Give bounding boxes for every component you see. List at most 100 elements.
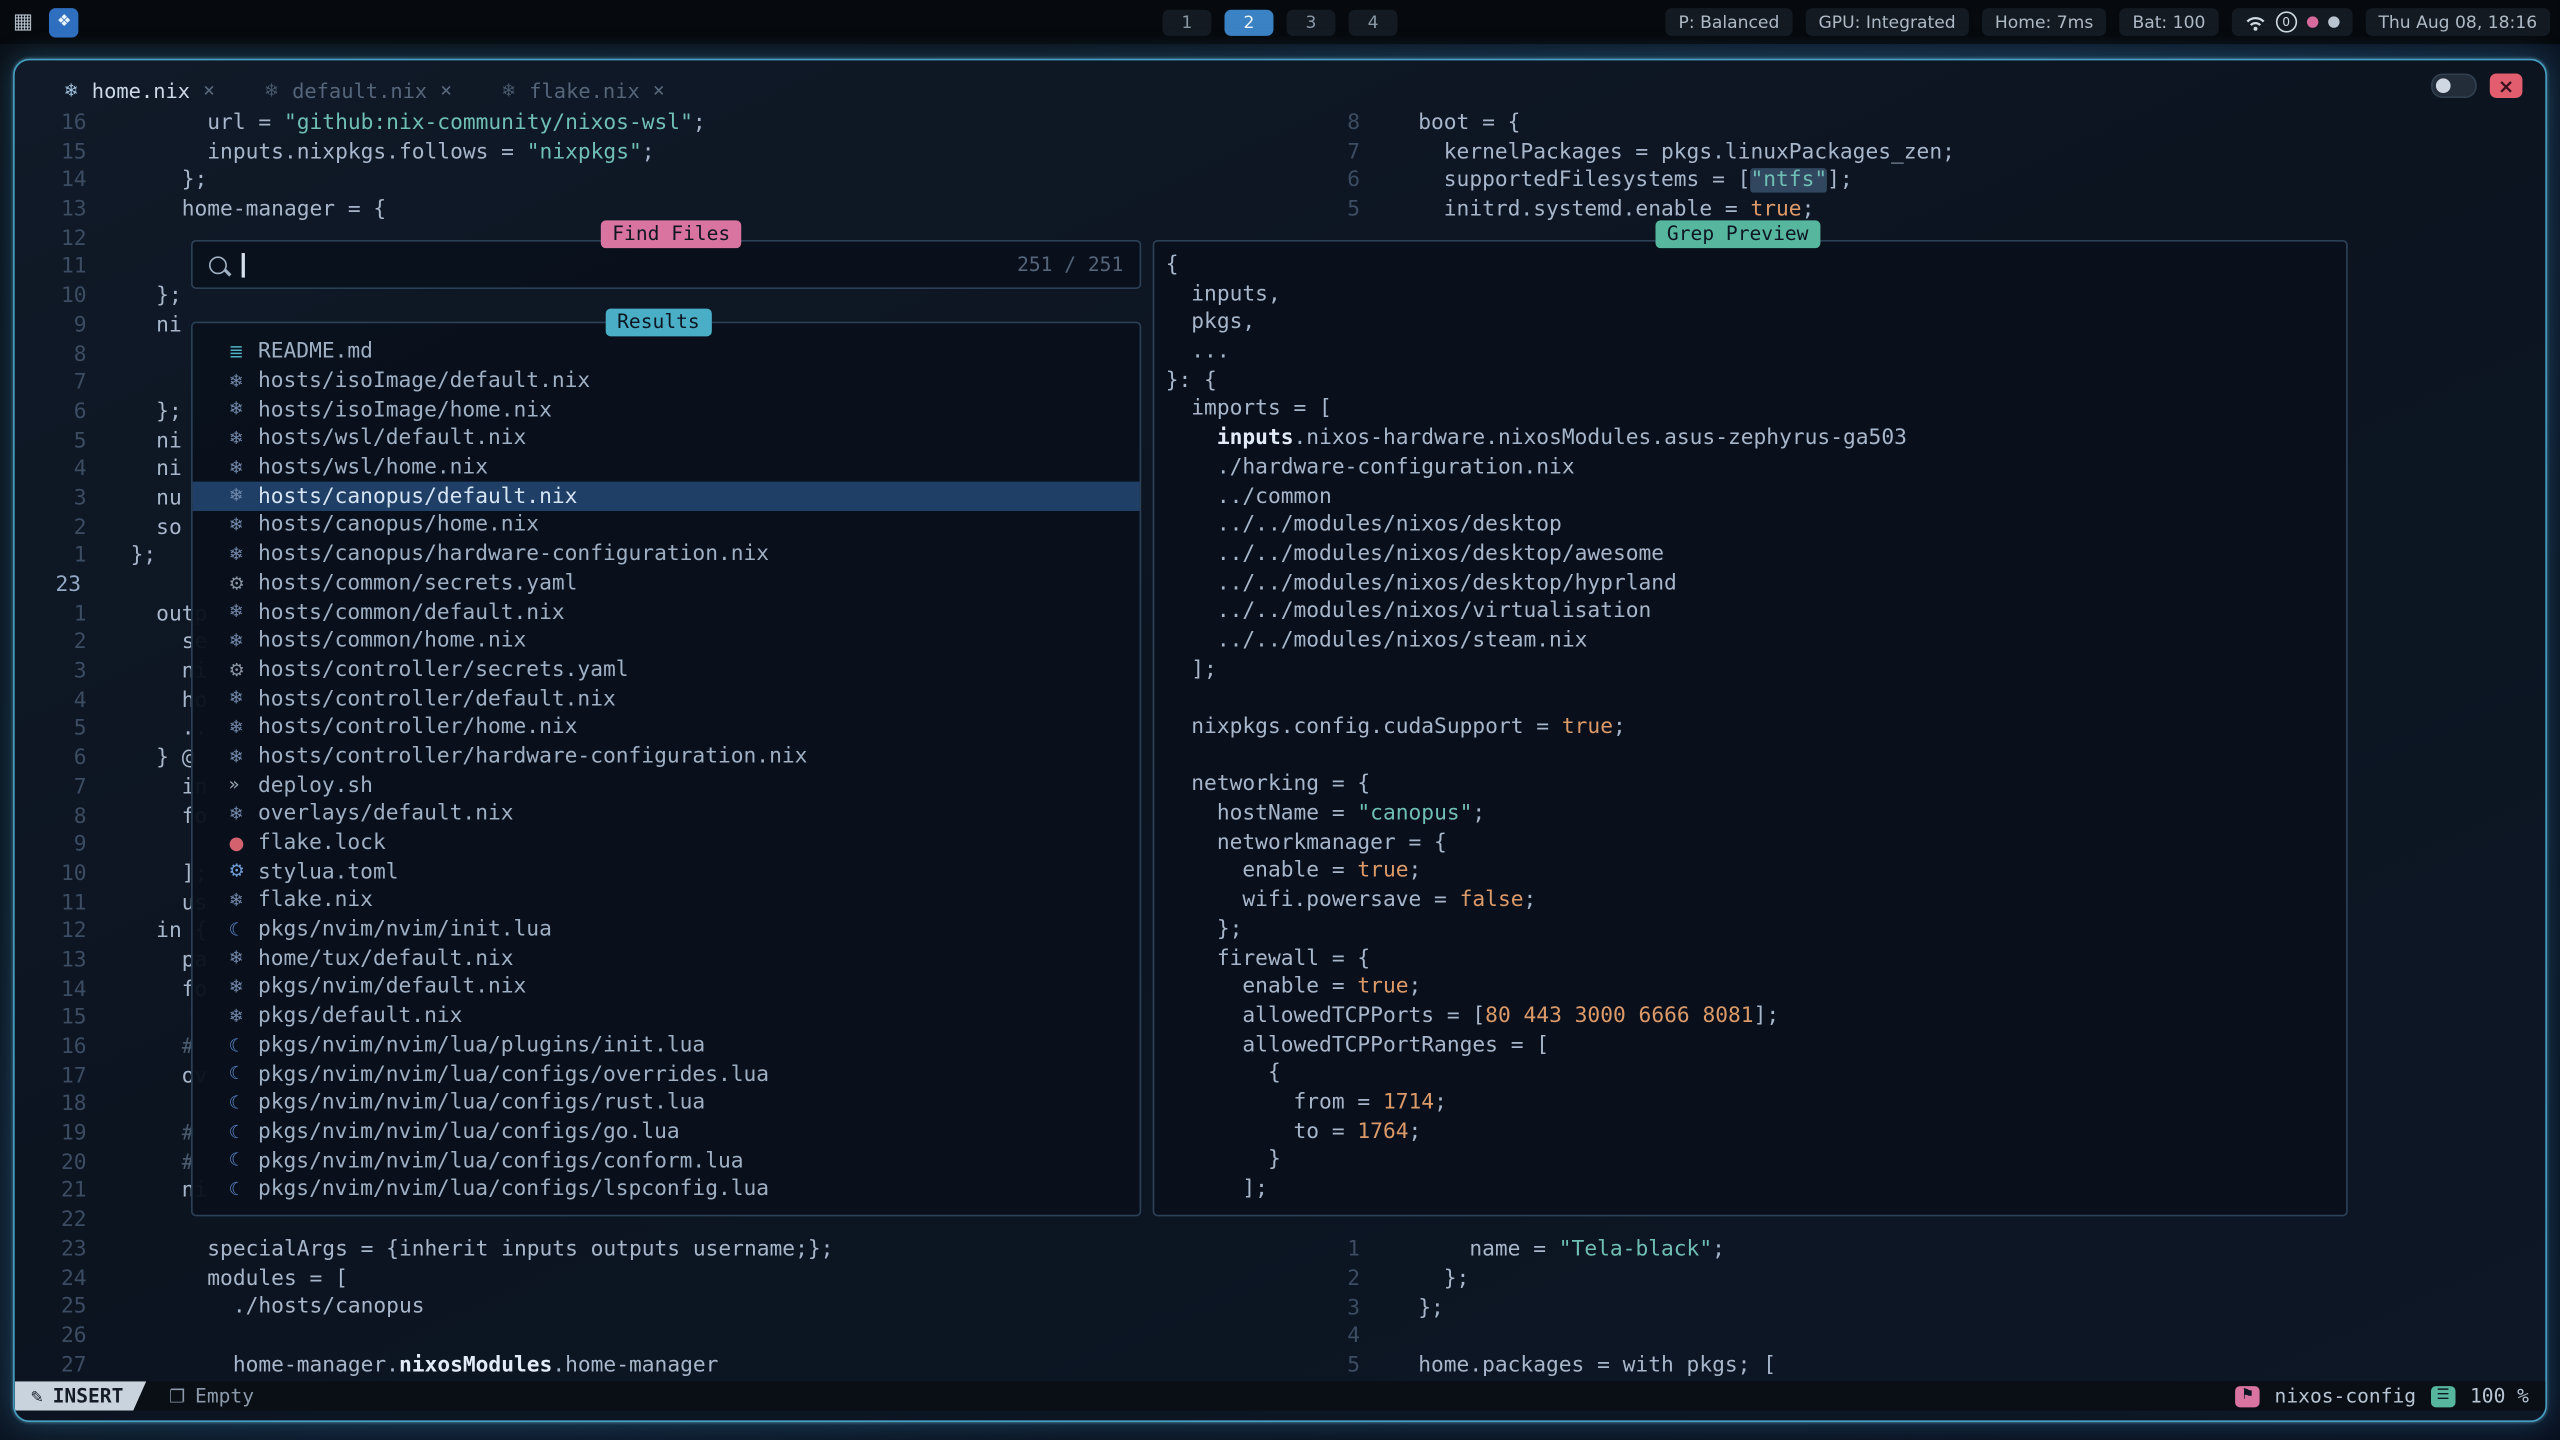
result-item[interactable]: hosts/canopus/default.nix [193,482,1140,511]
nix-file-icon [229,598,258,627]
line-number: 4 [15,456,87,485]
code-text [87,831,131,860]
line-number: 23 [15,1236,87,1265]
workspace-3[interactable]: 3 [1287,9,1336,35]
result-item[interactable]: deploy.sh [193,771,1140,800]
line-number: 6 [15,398,87,427]
tab-default-nix[interactable]: default.nix [264,78,452,102]
preview-line: to = 1764; [1166,1118,1907,1147]
code-line: 2 }; [1301,1265,2525,1294]
line-number: 23 [15,571,87,600]
result-item[interactable]: hosts/isoImage/default.nix [193,367,1140,396]
app-launcher-icon[interactable] [13,10,33,34]
lua-file-icon [229,1147,258,1176]
results-list[interactable]: README.mdhosts/isoImage/default.nixhosts… [193,338,1140,1204]
preview-line: allowedTCPPorts = [80 443 3000 6666 8081… [1166,1002,1907,1031]
tab-label: home.nix [92,78,190,102]
workspace-1[interactable]: 1 [1162,9,1211,35]
result-item[interactable]: hosts/controller/default.nix [193,684,1140,713]
preview-line: wifi.powersave = false; [1166,887,1907,916]
line-number: 9 [15,831,87,860]
preview-line: enable = true; [1166,973,1907,1002]
result-item[interactable]: hosts/wsl/home.nix [193,453,1140,482]
code-text: in { [87,918,208,947]
preview-line: imports = [ [1166,396,1907,425]
code-text: }; [1360,1294,1444,1323]
result-item[interactable]: hosts/common/default.nix [193,598,1140,627]
result-path: hosts/canopus/home.nix [258,513,539,537]
result-item[interactable]: hosts/canopus/hardware-configuration.nix [193,540,1140,569]
window-pin-toggle[interactable] [2431,73,2477,97]
line-number: 4 [1301,1323,1360,1352]
gpu-chip: GPU: Integrated [1805,8,1968,36]
code-text [87,340,131,369]
result-item[interactable]: pkgs/nvim/nvim/lua/configs/go.lua [193,1118,1140,1147]
result-item[interactable]: README.md [193,338,1140,367]
tab-home-nix[interactable]: home.nix [64,78,215,102]
scroll-percent: 100 % [2470,1384,2529,1407]
line-number: 5 [15,716,87,745]
system-tray[interactable]: 0 [2232,8,2353,36]
result-item[interactable]: hosts/common/home.nix [193,627,1140,656]
result-item[interactable]: pkgs/nvim/nvim/lua/configs/conform.lua [193,1147,1140,1176]
result-item[interactable]: pkgs/nvim/nvim/lua/configs/overrides.lua [193,1060,1140,1089]
lua-file-icon [229,1089,258,1118]
line-number: 8 [15,340,87,369]
preview-line: }; [1166,916,1907,945]
preview-line: ../../modules/nixos/desktop [1166,511,1907,540]
line-number: 1 [15,600,87,629]
code-text [87,1207,131,1236]
preview-line [1166,742,1907,771]
close-tab-icon[interactable] [653,78,665,101]
close-tab-icon[interactable] [203,78,215,101]
tab-flake-nix[interactable]: flake.nix [501,78,665,102]
code-text: us [87,889,208,918]
result-item[interactable]: pkgs/nvim/nvim/init.lua [193,916,1140,945]
right-bottom-editor-pane[interactable]: 1 name = "Tela-black";2 };3 };45 home.pa… [1301,1236,2525,1380]
result-item[interactable]: home/tux/default.nix [193,944,1140,973]
result-item[interactable]: overlays/default.nix [193,800,1140,829]
window-close-button[interactable] [2490,73,2523,97]
result-path: hosts/canopus/default.nix [258,485,577,509]
result-item[interactable]: hosts/common/secrets.yaml [193,569,1140,598]
line-number: 7 [15,774,87,803]
result-item[interactable]: flake.lock [193,829,1140,858]
code-line: 14 }; [15,167,1272,196]
workspace-2-active[interactable]: 2 [1224,9,1273,35]
result-item[interactable]: pkgs/nvim/nvim/lua/configs/lspconfig.lua [193,1175,1140,1204]
result-item[interactable]: hosts/controller/secrets.yaml [193,656,1140,685]
result-item[interactable]: flake.nix [193,887,1140,916]
result-item[interactable]: hosts/canopus/home.nix [193,511,1140,540]
line-number: 1 [1301,1236,1360,1265]
result-item[interactable]: hosts/controller/home.nix [193,713,1140,742]
result-item[interactable]: hosts/wsl/default.nix [193,425,1140,454]
nix-file-icon [229,713,258,742]
code-text: name = "Tela-black"; [1360,1236,1725,1265]
clock: Thu Aug 08, 18:16 [2365,8,2550,36]
line-number: 20 [15,1149,87,1178]
result-item[interactable]: pkgs/nvim/default.nix [193,973,1140,1002]
code-text: inputs.nixpkgs.follows = "nixpkgs"; [87,138,655,167]
result-item[interactable]: pkgs/default.nix [193,1002,1140,1031]
result-item[interactable]: pkgs/nvim/nvim/lua/configs/rust.lua [193,1089,1140,1118]
nix-icon [501,79,516,100]
code-text: ni [87,427,182,456]
workspace-4[interactable]: 4 [1349,9,1398,35]
result-path: deploy.sh [258,773,373,797]
line-number: 10 [15,283,87,312]
code-line: 15 inputs.nixpkgs.follows = "nixpkgs"; [15,138,1272,167]
distro-logo-icon[interactable] [49,7,78,36]
result-item[interactable]: pkgs/nvim/nvim/lua/plugins/init.lua [193,1031,1140,1060]
result-item[interactable]: hosts/controller/hardware-configuration.… [193,742,1140,771]
result-path: hosts/common/default.nix [258,600,565,624]
preview-line: allowedTCPPortRanges = [ [1166,1031,1907,1060]
preview-line: inputs.nixos-hardware.nixosModules.asus-… [1166,425,1907,454]
result-item[interactable]: stylua.toml [193,858,1140,887]
file-icon [169,1385,185,1406]
line-number: 6 [1301,167,1360,196]
preview-line: }: { [1166,367,1907,396]
close-tab-icon[interactable] [440,78,452,101]
code-text: modules = [ [87,1264,348,1293]
result-item[interactable]: hosts/isoImage/home.nix [193,396,1140,425]
right-top-editor-pane[interactable]: 8 boot = {7 kernelPackages = pkgs.linuxP… [1301,109,2525,225]
